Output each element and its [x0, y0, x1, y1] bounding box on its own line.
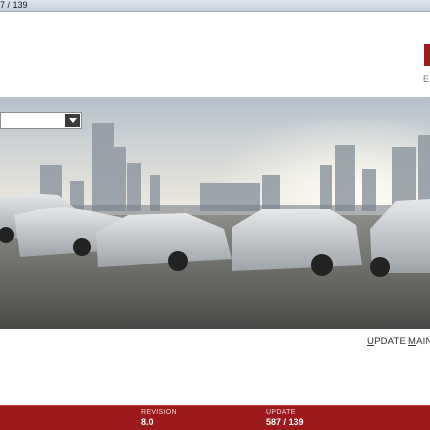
- brand-logo: [424, 44, 430, 66]
- revision-value: 8.0: [141, 417, 154, 427]
- model-select[interactable]: [0, 112, 82, 129]
- app-window: 7 / 139 E UPDATE MAIN REVISION 8.0 UPDAT…: [0, 0, 430, 430]
- update-link[interactable]: UPDATE: [367, 336, 406, 347]
- revision-label: REVISION: [141, 409, 177, 416]
- chevron-down-icon[interactable]: [65, 114, 80, 127]
- title-bar: 7 / 139: [0, 0, 430, 12]
- update-link-accesskey: U: [367, 336, 375, 347]
- maintenance-link-label: AINT: [416, 336, 430, 347]
- brand-subtitle: E: [423, 74, 430, 84]
- window-title: 7 / 139: [0, 0, 28, 10]
- update-value: 587 / 139: [266, 417, 304, 427]
- hero-image: [0, 97, 430, 329]
- maintenance-link[interactable]: MAINT: [408, 336, 430, 347]
- hero-illustration: [0, 97, 430, 329]
- status-footer: REVISION 8.0 UPDATE 587 / 139: [0, 405, 430, 430]
- update-label: UPDATE: [266, 409, 296, 416]
- update-link-label: PDATE: [374, 336, 407, 347]
- maintenance-link-accesskey: M: [408, 336, 417, 347]
